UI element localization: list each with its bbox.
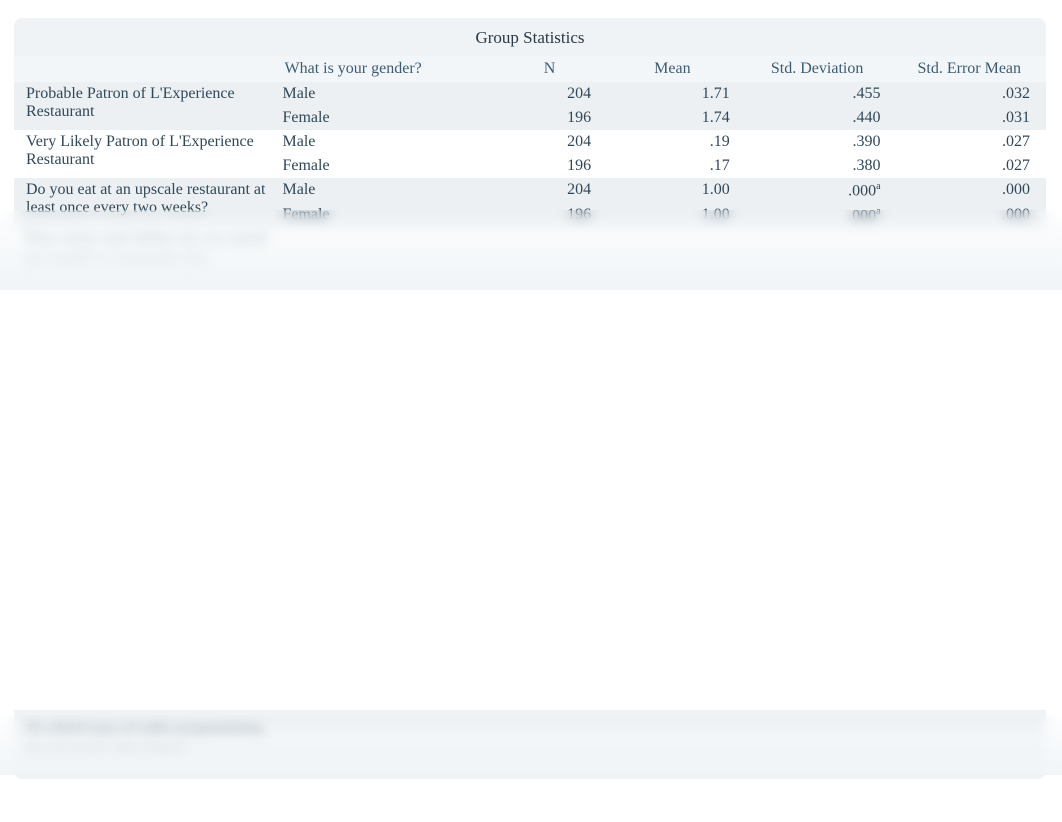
col-question	[14, 56, 276, 82]
n-cell: 196	[496, 154, 603, 178]
blur-overlay	[0, 715, 1062, 775]
gender-cell: Male	[276, 178, 496, 203]
sem-cell: .031	[893, 106, 1046, 130]
blur-overlay	[0, 210, 1062, 290]
table-row: Probable Patron of L'Experience Restaura…	[14, 82, 1046, 106]
table-row: Very Likely Patron of L'Experience Resta…	[14, 130, 1046, 154]
n-cell: 196	[496, 106, 603, 130]
gender-cell: Male	[276, 82, 496, 106]
sem-cell: .000	[893, 178, 1046, 203]
table-row: Do you eat at an upscale restaurant at l…	[14, 178, 1046, 203]
sem-cell: .027	[893, 130, 1046, 154]
gender-cell: Male	[276, 130, 496, 154]
col-mean: Mean	[603, 56, 742, 82]
mean-cell: .17	[603, 154, 742, 178]
n-cell: 204	[496, 178, 603, 203]
question-cell: Very Likely Patron of L'Experience Resta…	[14, 130, 276, 178]
sd-cell: .440	[742, 106, 893, 130]
col-sem: Std. Error Mean	[893, 56, 1046, 82]
sd-cell: .390	[742, 130, 893, 154]
gender-cell: Female	[276, 106, 496, 130]
sd-cell: .455	[742, 82, 893, 106]
col-gender: What is your gender?	[276, 56, 496, 82]
question-cell: Probable Patron of L'Experience Restaura…	[14, 82, 276, 130]
sem-cell: .027	[893, 154, 1046, 178]
mean-cell: 1.00	[603, 178, 742, 203]
col-n: N	[496, 56, 603, 82]
n-cell: 204	[496, 130, 603, 154]
gender-cell: Female	[276, 154, 496, 178]
mean-cell: 1.74	[603, 106, 742, 130]
col-sd: Std. Deviation	[742, 56, 893, 82]
mean-cell: .19	[603, 130, 742, 154]
sd-cell: .000a	[742, 178, 893, 203]
table-title: Group Statistics	[14, 18, 1046, 56]
sem-cell: .032	[893, 82, 1046, 106]
mean-cell: 1.71	[603, 82, 742, 106]
n-cell: 204	[496, 82, 603, 106]
sd-cell: .380	[742, 154, 893, 178]
